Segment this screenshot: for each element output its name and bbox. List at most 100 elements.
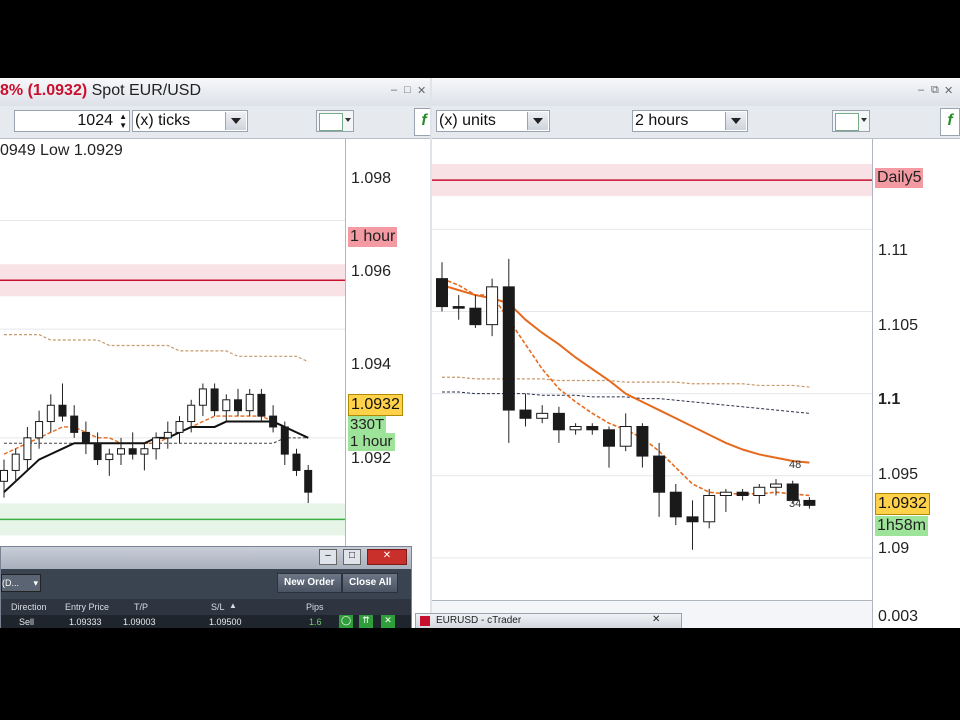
maximize-icon[interactable]: □ xyxy=(404,84,411,96)
taskbar-label: EURUSD - cTrader xyxy=(436,615,522,626)
left-hour-tag-red: 1 hour xyxy=(348,227,398,247)
candle-body xyxy=(152,437,161,450)
col-sl[interactable]: S/L xyxy=(211,602,225,612)
positions-panel-header: – □ ✕ xyxy=(1,547,411,569)
candle-label-bottom: 34 xyxy=(789,498,802,510)
close-icon[interactable]: ✕ xyxy=(944,84,953,97)
candle-body xyxy=(536,412,549,419)
candle-body xyxy=(686,516,699,523)
candle-body xyxy=(210,388,219,412)
units-select[interactable]: (x) units xyxy=(436,110,550,132)
left-hour-tag-green: 1 hour xyxy=(348,433,395,451)
candle-body xyxy=(486,286,499,326)
chart-type-icon[interactable] xyxy=(832,110,870,132)
candle-body xyxy=(58,404,67,417)
left-ylabel-1: 1.098 xyxy=(351,170,392,187)
right-ylabel-1: 1.11 xyxy=(878,242,908,259)
chevron-down-icon[interactable] xyxy=(225,112,246,130)
positions-columns: Direction Entry Price T/P S/L ▲ Pips xyxy=(1,599,411,615)
positions-filter-label: (D... xyxy=(2,578,19,588)
double-up-icon[interactable]: ⇈ xyxy=(359,615,373,628)
candle-body xyxy=(105,453,114,461)
row-direction: Sell xyxy=(19,617,35,627)
candle-body xyxy=(35,421,44,439)
col-direction[interactable]: Direction xyxy=(11,602,47,612)
candle-body xyxy=(117,448,125,455)
candle-body xyxy=(304,469,313,493)
candle-body xyxy=(753,486,766,496)
candle-body xyxy=(280,426,289,455)
candle-body xyxy=(653,455,666,493)
right-chart-window: – ⧉ ✕ (x) units 2 hours f 1.11 1.105 1.1… xyxy=(432,78,960,628)
candle-body xyxy=(636,426,649,457)
new-order-button[interactable]: New Order xyxy=(277,573,342,593)
screen: 8% (1.0932) Spot EUR/USD – □ ✕ 1024 ▲ ▼ (… xyxy=(0,78,960,628)
right-sub-value: 0.003 xyxy=(878,608,919,625)
ticks-value: 1024 xyxy=(77,112,113,129)
left-ylabel-3: 1.094 xyxy=(351,356,392,373)
row-sl: 1.09500 xyxy=(209,617,242,627)
candle-body xyxy=(519,409,532,419)
ticks-stepper[interactable]: 1024 ▲ ▼ xyxy=(14,110,130,132)
col-pips[interactable]: Pips xyxy=(306,602,324,612)
right-daily-tag: Daily5 xyxy=(875,168,924,188)
minimize-icon[interactable]: – xyxy=(918,84,924,96)
chevron-down-icon: ▾ xyxy=(33,578,38,588)
col-entry-price[interactable]: Entry Price xyxy=(65,602,109,612)
right-plot-area[interactable] xyxy=(432,139,872,599)
close-icon[interactable]: ✕ xyxy=(652,614,660,625)
modify-icon[interactable]: ◯ xyxy=(339,615,353,628)
left-titlebar: 8% (1.0932) Spot EUR/USD – □ ✕ xyxy=(0,78,430,107)
candle-body xyxy=(187,404,196,423)
col-tp[interactable]: T/P xyxy=(134,602,148,612)
right-ylabel-3: 1.1 xyxy=(878,391,901,408)
candle-body xyxy=(736,491,749,497)
minimize-icon[interactable]: – xyxy=(391,84,397,96)
chart-type-icon[interactable] xyxy=(316,110,354,132)
candle-body xyxy=(719,491,732,497)
row-pips: 1.6 xyxy=(309,617,322,627)
positions-filter-select[interactable]: (D... ▾ xyxy=(1,574,41,592)
chevron-down-icon[interactable] xyxy=(527,112,548,130)
sort-icon[interactable]: ▲ xyxy=(229,601,237,610)
left-ylabel-2: 1.096 xyxy=(351,263,392,280)
candle-body xyxy=(198,388,207,406)
ticks-unit-select[interactable]: (x) ticks xyxy=(132,110,248,132)
minimize-icon[interactable]: – xyxy=(319,549,337,565)
candle-body xyxy=(23,437,32,461)
taskbar-item[interactable]: EURUSD - cTrader ✕ xyxy=(415,613,682,628)
chevron-down-icon[interactable] xyxy=(725,112,746,130)
candle-body xyxy=(703,495,716,523)
ctrader-app-icon xyxy=(420,616,430,626)
close-icon[interactable]: ✕ xyxy=(417,84,426,97)
candle-body xyxy=(222,399,231,412)
right-price-tag: 1.0932 xyxy=(875,493,930,515)
right-ylabel-2: 1.105 xyxy=(878,317,919,334)
table-row[interactable]: Sell 1.09333 1.09003 1.09500 1.6 ◯ ⇈ ✕ xyxy=(1,615,411,628)
restore-icon[interactable]: ⧉ xyxy=(931,84,939,97)
candle-body xyxy=(669,491,682,518)
right-titlebar: – ⧉ ✕ xyxy=(432,78,960,107)
ma-navy-line xyxy=(442,391,810,414)
close-position-icon[interactable]: ✕ xyxy=(381,615,395,628)
maximize-icon[interactable]: □ xyxy=(343,549,361,565)
timeframe-label: 2 hours xyxy=(635,112,689,129)
left-title-symbol: Spot EUR/USD xyxy=(91,82,201,99)
candle-body xyxy=(11,453,20,471)
candle-body xyxy=(452,306,465,309)
candle-body xyxy=(586,426,599,431)
positions-panel: – □ ✕ (D... ▾ New Order Close All Direct… xyxy=(0,546,412,628)
timeframe-select[interactable]: 2 hours xyxy=(632,110,748,132)
indicator-f-icon[interactable]: f xyxy=(414,108,430,136)
candle-body xyxy=(569,426,582,431)
left-title-pct: 8% (1.0932) xyxy=(0,82,88,99)
candle-body xyxy=(163,431,172,439)
close-all-button[interactable]: Close All xyxy=(342,573,399,593)
candle-body xyxy=(128,448,137,455)
candle-body xyxy=(93,442,102,461)
left-title: 8% (1.0932) Spot EUR/USD xyxy=(0,82,201,100)
close-icon[interactable]: ✕ xyxy=(367,549,407,565)
stepper-arrows-icon[interactable]: ▲ ▼ xyxy=(119,112,127,130)
indicator-f-icon[interactable]: f xyxy=(940,108,960,136)
left-toolbar: 1024 ▲ ▼ (x) ticks f xyxy=(0,106,430,139)
